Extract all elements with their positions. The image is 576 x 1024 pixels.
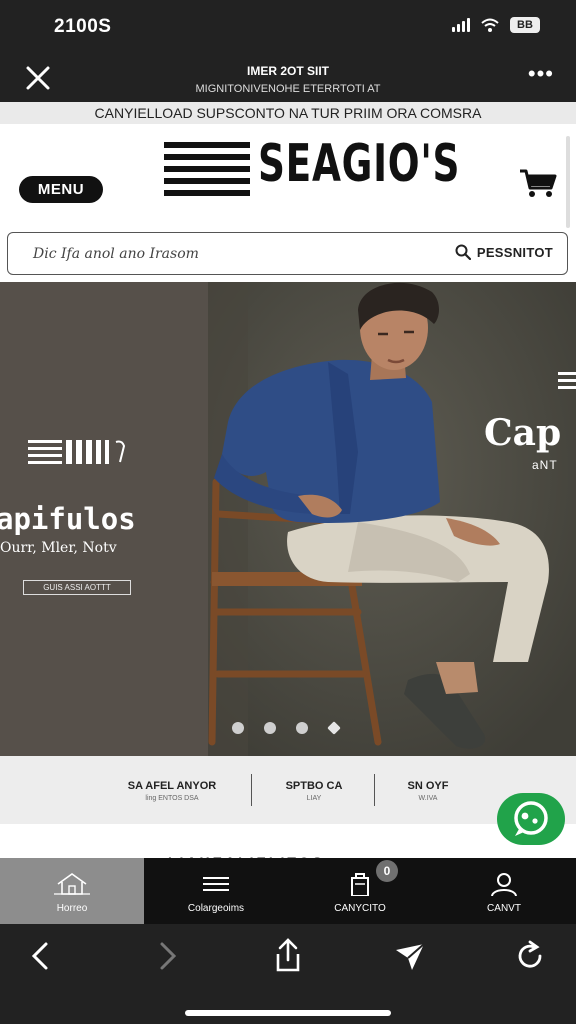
next-slide-title: Cap <box>484 412 562 454</box>
hero-title: apifulos <box>0 502 136 536</box>
close-icon[interactable] <box>22 62 54 94</box>
home-indicator <box>185 1010 391 1016</box>
search-button-label: PESSNITOT <box>476 244 553 260</box>
carousel-dot[interactable] <box>264 722 276 734</box>
category-subtitle: W.IVA <box>418 795 438 802</box>
page-title: IMER 2OT SIIT <box>246 64 329 78</box>
reload-icon[interactable] <box>510 936 550 976</box>
app-root: 2100S BB IMER 2OT SIIT MIGNITONIVENOHE E… <box>0 0 576 1024</box>
category-item[interactable]: SA AFEL ANYOR ling ENTOS DSA <box>120 780 224 802</box>
tab-label: Horreo <box>56 903 88 914</box>
home-icon <box>54 873 90 895</box>
back-icon[interactable] <box>22 936 62 976</box>
wifi-icon <box>481 18 499 32</box>
search-icon <box>455 244 471 260</box>
menu-lines-icon <box>203 877 229 891</box>
user-icon <box>491 873 517 897</box>
status-icons: BB <box>452 17 540 33</box>
category-title: SA AFEL ANYOR <box>127 780 217 792</box>
chat-icon <box>514 801 548 836</box>
promo-banner[interactable]: CANYIELLOAD SUPSCONTO NA TUR PRIIM ORA C… <box>0 102 576 124</box>
search-bar[interactable]: Dic Ifa anol ano Irasom PESSNITOT <box>7 232 568 275</box>
page-scrollbar[interactable] <box>566 136 570 228</box>
logo-stripes-icon <box>164 142 250 196</box>
hero-carousel[interactable]: apifulos Ourr, Mler, Notv GUIS ASSI AOTT… <box>0 282 576 756</box>
cart-count-badge: 0 <box>376 860 398 882</box>
hero-text-panel: apifulos Ourr, Mler, Notv GUIS ASSI AOTT… <box>0 282 208 756</box>
hero-brand-logo <box>28 440 126 464</box>
battery-icon: BB <box>510 17 540 33</box>
menu-button[interactable]: MENU <box>19 176 103 203</box>
carousel-dot[interactable] <box>232 722 244 734</box>
category-item[interactable]: SPTBO CA LIAY <box>272 780 356 802</box>
category-subtitle: LIAY <box>306 795 322 802</box>
category-item[interactable]: SN OYF W.IVA <box>392 780 464 802</box>
section-heading: LIAHEALIELITOS <box>168 848 408 858</box>
more-options-icon[interactable]: ••• <box>528 63 554 85</box>
category-title: SN OYF <box>407 780 449 792</box>
share-icon[interactable] <box>268 936 308 976</box>
brand-logo[interactable]: SEAGIO'S <box>164 134 459 198</box>
carousel-dots <box>232 721 341 735</box>
cart-icon[interactable] <box>517 166 561 198</box>
tab-categories[interactable]: Colargeoims <box>144 858 288 924</box>
next-slide-subtitle: aNT <box>532 458 558 472</box>
divider <box>251 774 252 806</box>
tab-account[interactable]: CANVT <box>432 858 576 924</box>
logo-text: SEAGIO'S <box>258 134 461 194</box>
hero-subtitle: Ourr, Mler, Notv <box>0 540 117 556</box>
carousel-dot[interactable] <box>296 722 308 734</box>
tab-label: CANVT <box>487 903 521 914</box>
tab-label: Colargeoims <box>187 903 245 914</box>
page-url[interactable]: MIGNITONIVENOHE ETERRTOTI AT <box>130 83 446 95</box>
status-time: 2100S <box>54 16 112 37</box>
send-icon[interactable] <box>390 936 430 976</box>
category-strip: SA AFEL ANYOR ling ENTOS DSA SPTBO CA LI… <box>0 756 576 824</box>
browser-nav-bar <box>0 924 576 1024</box>
hero-cta-button[interactable]: GUIS ASSI AOTTT <box>23 580 131 595</box>
tab-label: CANYCITO <box>334 903 386 914</box>
signal-icon <box>452 18 470 32</box>
status-bar: 2100S BB <box>0 0 576 52</box>
browser-header: IMER 2OT SIIT MIGNITONIVENOHE ETERRTOTI … <box>0 52 576 102</box>
tab-home[interactable]: Horreo <box>0 858 144 924</box>
hero-next-slide-logo <box>558 372 576 389</box>
hero-model-photo <box>208 282 576 756</box>
category-title: SPTBO CA <box>285 780 343 792</box>
carousel-dot-active[interactable] <box>327 721 341 735</box>
cart-bag-icon <box>351 873 369 897</box>
tab-cart[interactable]: CANYCITO <box>288 858 432 924</box>
site-header: MENU SEAGIO'S <box>0 124 576 228</box>
divider <box>374 774 375 806</box>
search-button[interactable]: PESSNITOT <box>455 244 553 260</box>
category-subtitle: ling ENTOS DSA <box>145 795 199 802</box>
bottom-tab-bar: Horreo Colargeoims CANYCITO CANVT <box>0 858 576 924</box>
chat-button[interactable] <box>497 793 565 845</box>
search-input[interactable]: Dic Ifa anol ano Irasom <box>33 246 199 262</box>
forward-icon[interactable] <box>146 936 186 976</box>
